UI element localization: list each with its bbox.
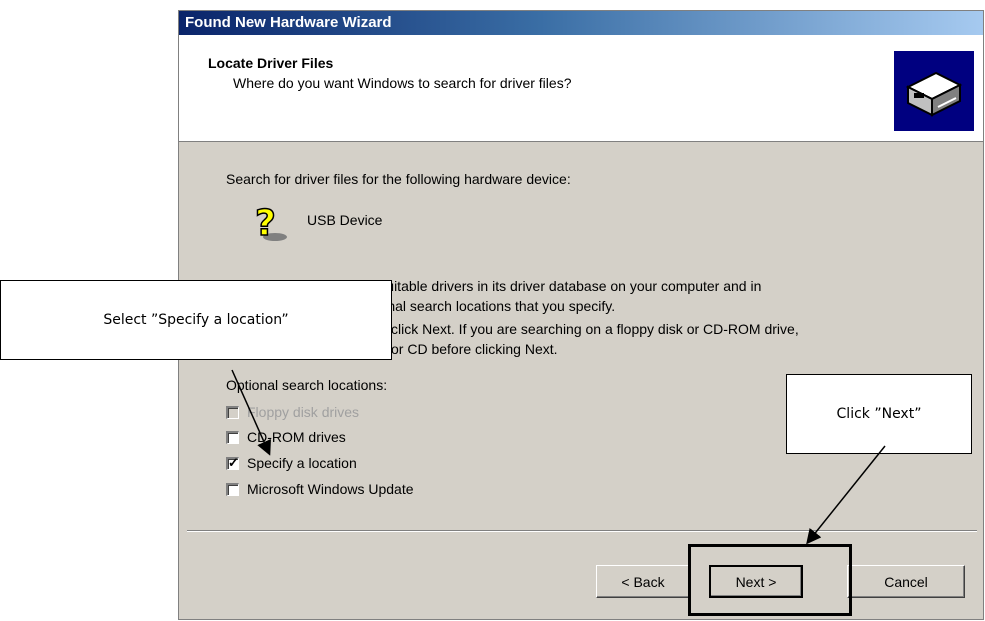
svg-text:?: ?: [255, 203, 276, 243]
intro-text: Search for driver files for the followin…: [226, 171, 571, 187]
next-button-highlight: [688, 544, 852, 616]
cancel-button[interactable]: Cancel: [847, 565, 965, 598]
hardware-wizard-icon: [894, 51, 974, 131]
back-button[interactable]: < Back: [596, 565, 690, 598]
windows-update-label[interactable]: Microsoft Windows Update: [247, 481, 414, 497]
cdrom-option[interactable]: CD-ROM drives: [226, 427, 346, 447]
click-next-callout: Click ”Next”: [786, 374, 972, 454]
specify-location-option[interactable]: ✓ Specify a location: [226, 453, 357, 473]
cdrom-checkbox[interactable]: [226, 430, 239, 444]
description-line-3: click Next. If you are searching on a fl…: [391, 321, 799, 337]
specify-location-checkbox[interactable]: ✓: [226, 454, 239, 470]
description-line-2: optional search locations that you speci…: [357, 298, 616, 314]
floppy-label: Floppy disk drives: [247, 404, 360, 420]
cdrom-label[interactable]: CD-ROM drives: [247, 429, 346, 445]
device-name: USB Device: [307, 212, 383, 228]
windows-update-checkbox[interactable]: [226, 482, 239, 496]
unknown-device-question-icon: ?: [251, 202, 291, 245]
select-location-callout: Select ”Specify a location”: [0, 280, 392, 360]
floppy-disk-option: Floppy disk drives: [226, 402, 359, 422]
checkmark-icon: ✓: [228, 454, 239, 470]
specify-location-label[interactable]: Specify a location: [247, 455, 357, 471]
description-line-4: or CD before clicking Next.: [391, 341, 558, 357]
wizard-header: Locate Driver Files Where do you want Wi…: [179, 35, 983, 142]
footer-separator: [187, 530, 977, 532]
window-title: Found New Hardware Wizard: [179, 11, 983, 35]
floppy-checkbox: [226, 405, 239, 419]
page-title: Locate Driver Files: [208, 55, 334, 71]
optional-locations-label: Optional search locations:: [226, 377, 388, 393]
page-subtitle: Where do you want Windows to search for …: [233, 75, 572, 91]
windows-update-option[interactable]: Microsoft Windows Update: [226, 479, 414, 499]
